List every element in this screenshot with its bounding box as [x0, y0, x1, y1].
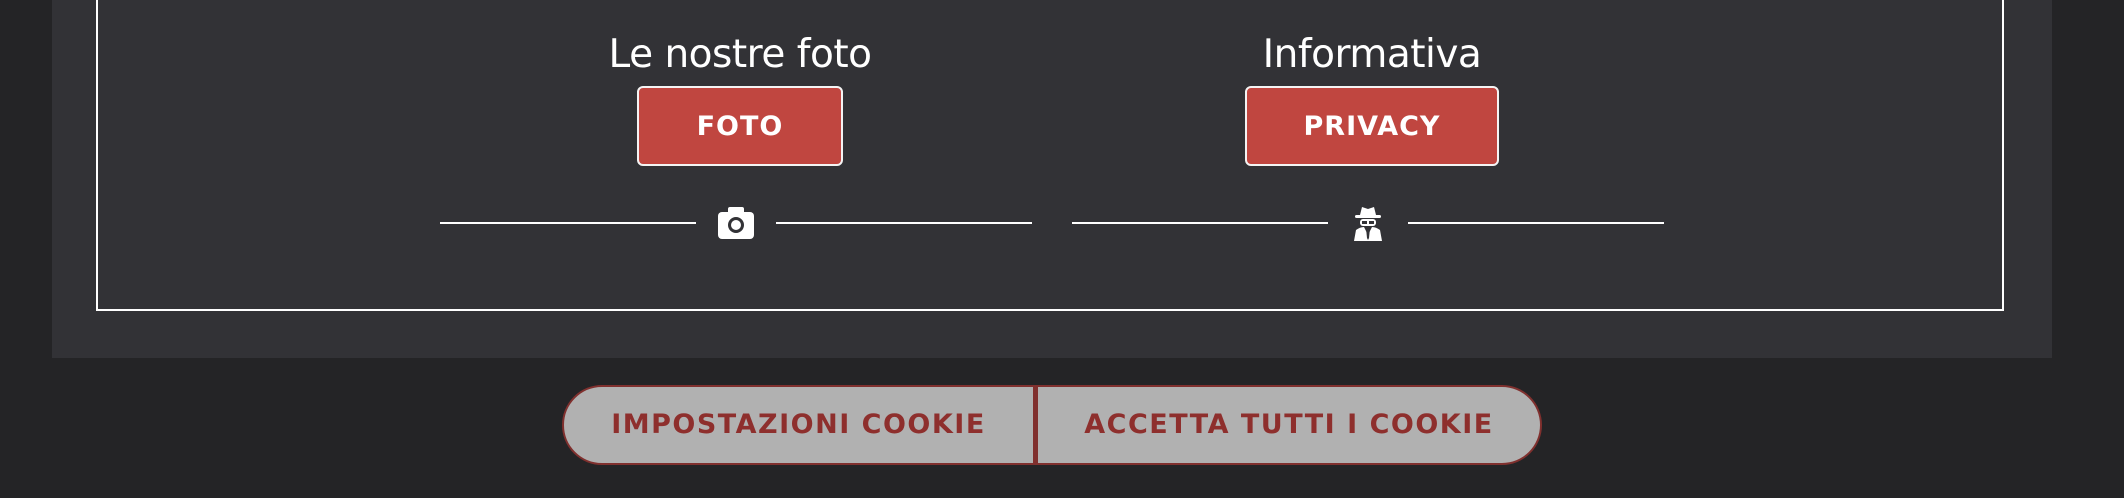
accept-all-cookies-button[interactable]: ACCETTA TUTTI I COOKIE — [1035, 385, 1542, 465]
footer-panel: Le nostre foto FOTO Informativa PRIVACY — [52, 0, 2052, 358]
privacy-divider — [1072, 205, 1664, 241]
foto-button[interactable]: FOTO — [637, 86, 843, 166]
privacy-section: Informativa PRIVACY — [1072, 30, 1672, 166]
incognito-spy-icon — [1354, 207, 1382, 241]
divider-line-left — [440, 222, 696, 224]
divider-line-left — [1072, 222, 1328, 224]
content-frame — [96, 0, 2004, 311]
photos-divider — [440, 205, 1032, 241]
camera-icon — [718, 207, 754, 239]
privacy-button[interactable]: PRIVACY — [1245, 86, 1499, 166]
divider-line-right — [1408, 222, 1664, 224]
privacy-section-title: Informativa — [1262, 32, 1482, 77]
cookie-consent-bar: IMPOSTAZIONI COOKIE ACCETTA TUTTI I COOK… — [562, 385, 1542, 465]
photos-section-title: Le nostre foto — [608, 32, 872, 77]
divider-line-right — [776, 222, 1032, 224]
cookie-settings-button[interactable]: IMPOSTAZIONI COOKIE — [562, 385, 1035, 465]
photos-section: Le nostre foto FOTO — [440, 30, 1040, 166]
